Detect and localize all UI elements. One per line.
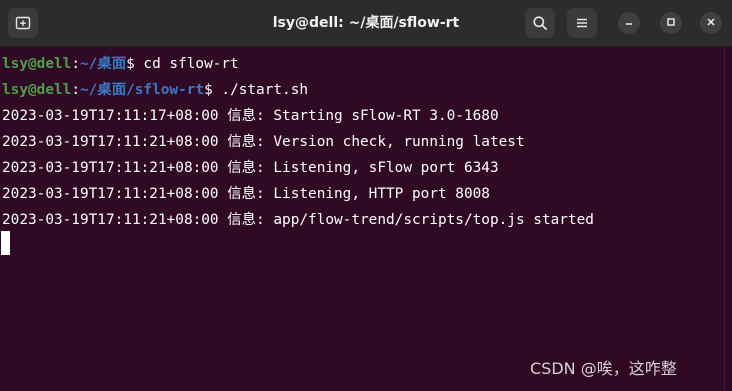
new-tab-icon: [15, 15, 31, 31]
menu-button[interactable]: [567, 8, 597, 38]
output-line: 2023-03-19T17:11:21+08:00 信息: app/flow-t…: [2, 212, 594, 228]
minimize-icon: [624, 14, 634, 32]
prompt-user: lsy@dell: [2, 82, 72, 98]
minimize-button[interactable]: [618, 12, 640, 34]
terminal-output[interactable]: lsy@dell:~/桌面$ cd sflow-rt lsy@dell:~/桌面…: [0, 47, 724, 391]
terminal-window: lsy@dell: ~/桌面/sflow-rt lsy@dell:~/桌面$ c…: [0, 0, 732, 391]
output-line: 2023-03-19T17:11:17+08:00 信息: Starting s…: [2, 108, 499, 124]
search-button[interactable]: [525, 8, 555, 38]
text-cursor: [1, 231, 10, 255]
prompt-user: lsy@dell: [2, 56, 72, 72]
output-line: 2023-03-19T17:11:21+08:00 信息: Version ch…: [2, 134, 525, 150]
command-text: $ ./start.sh: [204, 82, 309, 98]
search-icon: [532, 15, 548, 31]
title-bar: lsy@dell: ~/桌面/sflow-rt: [0, 0, 732, 47]
command-text: $ cd sflow-rt: [126, 56, 239, 72]
output-line: 2023-03-19T17:11:21+08:00 信息: Listening,…: [2, 186, 490, 202]
new-tab-button[interactable]: [8, 8, 38, 38]
close-icon: [706, 14, 716, 32]
maximize-button[interactable]: [660, 12, 682, 34]
close-button[interactable]: [700, 12, 722, 34]
scrollbar[interactable]: [724, 47, 732, 391]
prompt-path: ~/桌面/sflow-rt: [79, 82, 205, 98]
prompt-colon: :: [71, 82, 80, 98]
maximize-icon: [666, 14, 676, 32]
watermark: CSDN @唉，这咋整: [530, 359, 677, 378]
prompt-line: lsy@dell:~/桌面$ cd sflow-rt: [2, 51, 239, 77]
hamburger-menu-icon: [574, 15, 590, 31]
window-title: lsy@dell: ~/桌面/sflow-rt: [272, 15, 460, 31]
prompt-line: lsy@dell:~/桌面/sflow-rt$ ./start.sh: [2, 77, 308, 103]
prompt-colon: :: [71, 56, 80, 72]
output-line: 2023-03-19T17:11:21+08:00 信息: Listening,…: [2, 160, 499, 176]
prompt-path: ~/桌面: [79, 56, 127, 72]
